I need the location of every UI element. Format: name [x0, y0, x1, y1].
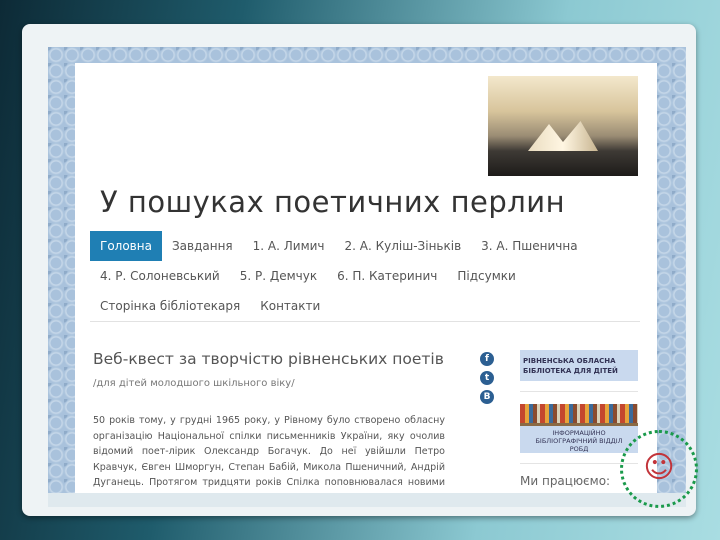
library-banner[interactable]: РІВНЕНСЬКА ОБЛАСНА БІБЛІОТЕКА ДЛЯ ДІТЕЙ [520, 350, 638, 381]
web-page: У пошуках поетичних перлин Головна Завдан… [75, 63, 657, 493]
nav-row: Головна Завдання 1. А. Лимич 2. А. Куліш-Зі… [90, 231, 640, 261]
article-body: 50 років тому, у грудні 1965 року, у Рів… [93, 415, 445, 493]
bookshelf-image [520, 404, 638, 426]
working-hours-heading: Ми працюємо: [520, 474, 611, 488]
header-image-book [488, 76, 638, 176]
nav-item[interactable]: 6. П. Катеринич [327, 261, 447, 291]
main-nav: Головна Завдання 1. А. Лимич 2. А. Куліш-Зі… [90, 231, 640, 321]
nav-item[interactable]: Підсумки [447, 261, 525, 291]
nav-row: 4. Р. Солоневський 5. Р. Демчук 6. П. Кате… [90, 261, 640, 291]
divider [520, 391, 638, 392]
site-title: У пошуках поетичних перлин [100, 185, 566, 219]
twitter-icon[interactable]: t [480, 371, 494, 385]
article-title: Веб-квест за творчістю рівненських поеті… [93, 350, 444, 368]
bottom-strip [48, 493, 686, 507]
article-subtitle: /для дітей молодшого шкільного віку/ [93, 378, 295, 389]
facebook-icon[interactable]: f [480, 352, 494, 366]
nav-item[interactable]: Завдання [162, 231, 243, 261]
nav-item[interactable]: 4. Р. Солоневський [90, 261, 230, 291]
nav-item[interactable]: 2. А. Куліш-Зіньків [335, 231, 472, 261]
nav-item[interactable]: 1. А. Лимич [243, 231, 335, 261]
department-banner-label: ІНФОРМАЦІЙНО БІБЛІОГРАФІЧНИЙ ВІДДІЛ РОБД [535, 429, 623, 453]
divider [90, 321, 640, 322]
social-share: f t B [480, 352, 494, 404]
department-banner[interactable]: ІНФОРМАЦІЙНО БІБЛІОГРАФІЧНИЙ ВІДДІЛ РОБД [520, 404, 638, 453]
nav-item[interactable]: 3. А. Пшенична [471, 231, 587, 261]
nav-item[interactable]: 5. Р. Демчук [230, 261, 327, 291]
library-stamp-logo: ☺ [620, 430, 698, 508]
nav-row: Сторінка бібліотекаря Контакти [90, 291, 640, 321]
nav-item[interactable]: Контакти [250, 291, 330, 321]
nav-item[interactable]: Сторінка бібліотекаря [90, 291, 250, 321]
nav-item[interactable]: Головна [90, 231, 162, 261]
vk-icon[interactable]: B [480, 390, 494, 404]
